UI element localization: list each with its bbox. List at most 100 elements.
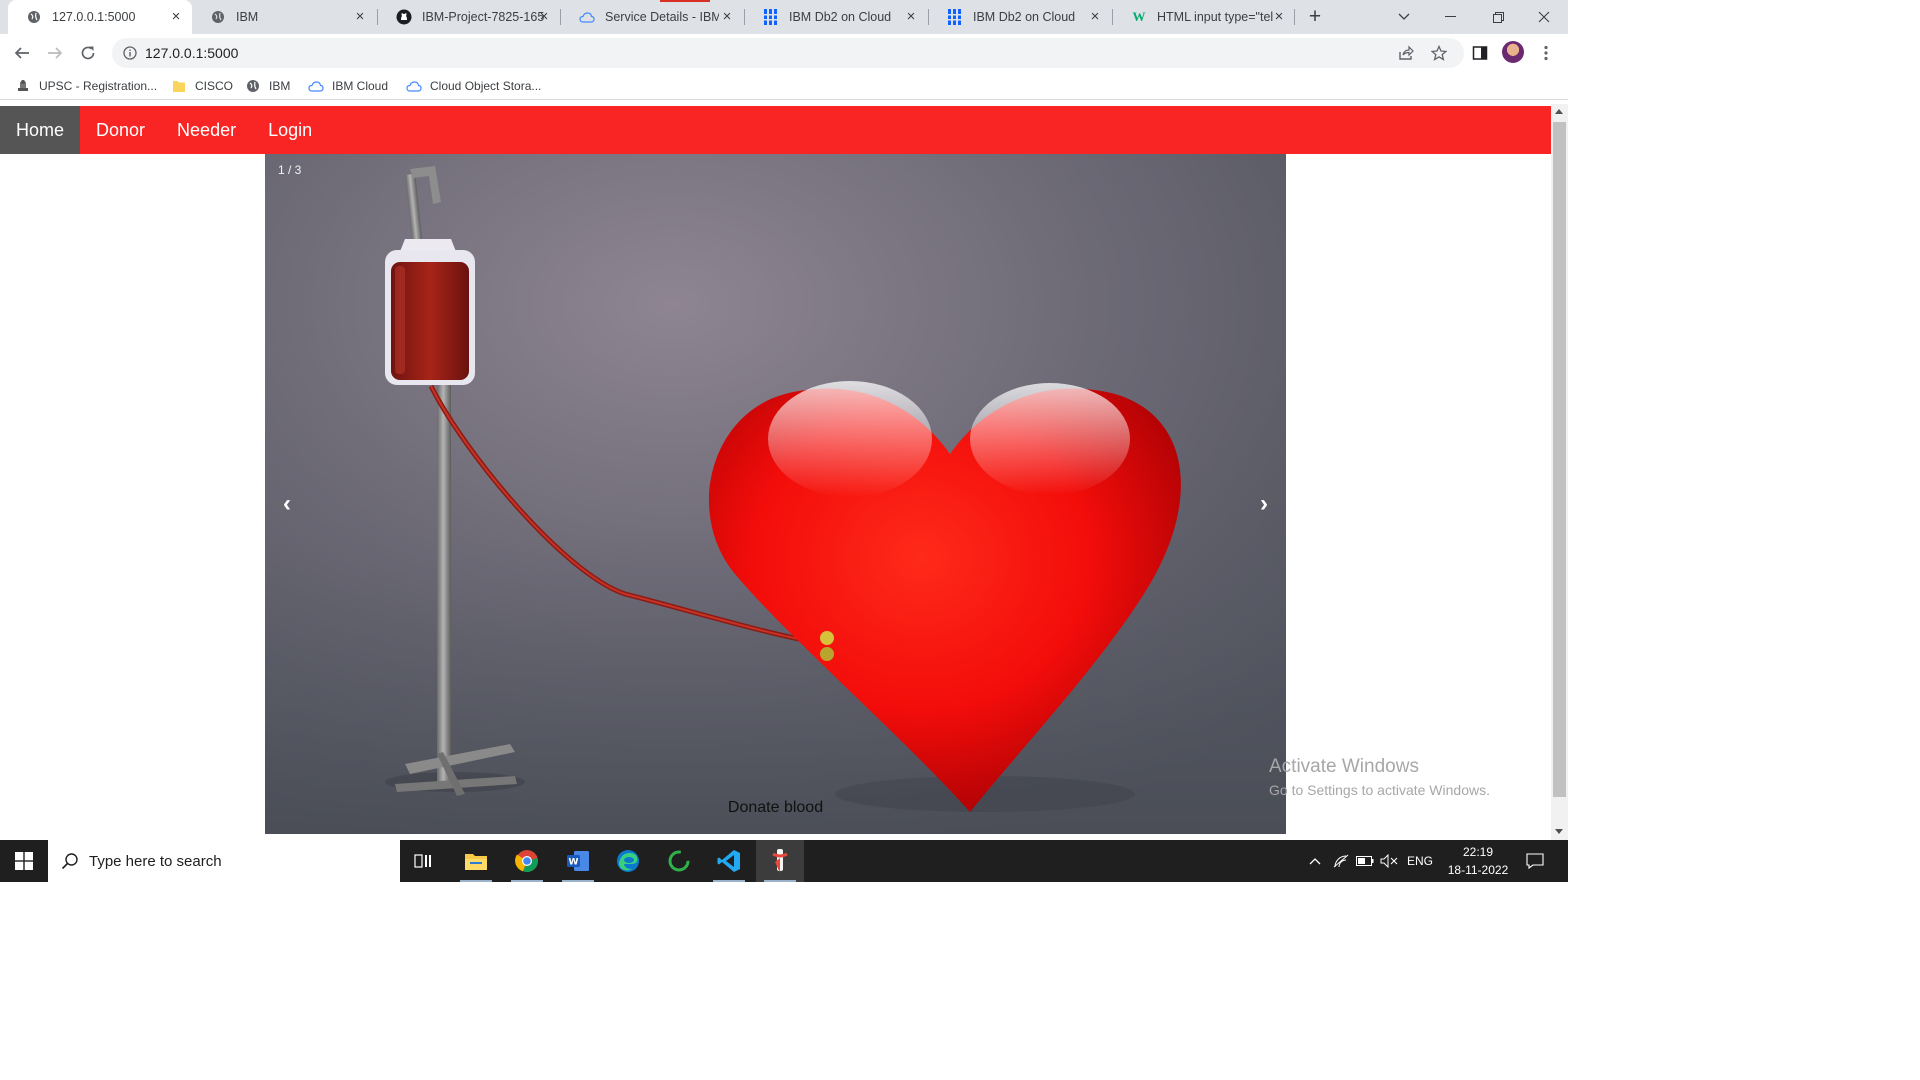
bookmark-ibm-cloud[interactable]: IBM Cloud: [308, 78, 388, 94]
bookmark-label: Cloud Object Stora...: [430, 79, 542, 93]
python-idle-icon[interactable]: [756, 840, 804, 882]
github-icon: [396, 9, 412, 25]
language-indicator[interactable]: ENG: [1404, 840, 1436, 882]
db2-icon: [947, 9, 963, 25]
restore-icon[interactable]: [1474, 0, 1522, 34]
emblem-icon: [15, 78, 31, 94]
bookmarks-bar: UPSC - Registration... CISCO IBM IBM Clo…: [0, 72, 1568, 100]
refresh-app-icon[interactable]: [655, 840, 703, 882]
watermark-title: Activate Windows: [1269, 756, 1419, 777]
tab-search-chevron-icon[interactable]: [1380, 0, 1428, 34]
windows-start-icon[interactable]: [0, 840, 48, 882]
tab-loading-indicator: [660, 0, 710, 2]
tab-github[interactable]: IBM-Project-7825-165 ×: [378, 0, 560, 34]
window-close-icon[interactable]: [1520, 0, 1568, 34]
battery-icon[interactable]: [1354, 840, 1376, 882]
tab-close-icon[interactable]: ×: [719, 9, 735, 25]
tab-title: Service Details - IBM C: [605, 10, 719, 24]
tab-ibm[interactable]: IBM ×: [192, 0, 376, 34]
word-icon[interactable]: W: [554, 840, 602, 882]
nav-donor-link[interactable]: Donor: [80, 106, 161, 154]
bookmark-cloud-object-storage[interactable]: Cloud Object Stora...: [406, 78, 541, 94]
tab-service-details[interactable]: Service Details - IBM C ×: [561, 0, 743, 34]
tab-strip: 127.0.0.1:5000 × IBM × IBM-Project-7825-…: [0, 0, 1568, 34]
tab-title: IBM-Project-7825-165: [422, 10, 545, 24]
globe-icon: [245, 78, 261, 94]
task-view-icon[interactable]: [400, 840, 448, 882]
tab-close-icon[interactable]: ×: [352, 9, 368, 25]
scroll-up-icon[interactable]: [1555, 109, 1563, 114]
activate-windows-watermark: Activate Windows Go to Settings to activ…: [1269, 756, 1490, 798]
bookmark-label: CISCO: [195, 79, 234, 93]
file-explorer-icon[interactable]: [452, 840, 500, 882]
back-arrow-icon[interactable]: [10, 41, 34, 65]
clock-time: 22:19: [1462, 845, 1494, 859]
bookmark-upsc[interactable]: UPSC - Registration...: [15, 78, 157, 94]
cloud-icon: [406, 78, 422, 94]
notification-icon[interactable]: [1520, 840, 1550, 882]
vscode-icon[interactable]: [705, 840, 753, 882]
bookmark-label: IBM Cloud: [332, 79, 389, 93]
taskbar-search-box[interactable]: Type here to search: [48, 840, 400, 882]
watermark-subtitle: Go to Settings to activate Windows.: [1269, 782, 1490, 798]
slide-caption: Donate blood: [727, 799, 824, 816]
side-panel-icon[interactable]: [1468, 41, 1492, 65]
windows-taskbar: Type here to search W ENG 22:19 18-11-20…: [0, 840, 1568, 882]
w3schools-icon: W: [1132, 9, 1146, 24]
tab-separator: [1294, 9, 1295, 25]
minimize-icon[interactable]: [1426, 0, 1474, 34]
nav-home-link[interactable]: Home: [0, 106, 81, 154]
profile-avatar[interactable]: [1502, 41, 1524, 63]
tab-db2-2[interactable]: IBM Db2 on Cloud ×: [929, 0, 1111, 34]
tab-close-icon[interactable]: ×: [168, 9, 184, 25]
svg-text:W: W: [569, 858, 579, 868]
nav-needer-link[interactable]: Needer: [161, 106, 252, 154]
cloud-icon: [579, 9, 595, 25]
bookmark-star-icon[interactable]: [1427, 41, 1451, 65]
page-scrollbar[interactable]: [1551, 104, 1568, 840]
site-info-icon[interactable]: [122, 45, 138, 61]
cloud-icon: [308, 78, 324, 94]
slideshow-container: 1 / 3 ‹ › Donate blood: [265, 154, 1286, 834]
search-icon: [60, 851, 80, 871]
taskbar-clock[interactable]: 22:19 18-11-2022: [1440, 843, 1516, 879]
scrollbar-thumb[interactable]: [1553, 122, 1566, 797]
reload-icon[interactable]: [76, 41, 100, 65]
search-placeholder: Type here to search: [89, 852, 222, 870]
share-icon[interactable]: [1394, 41, 1418, 65]
chrome-icon[interactable]: [503, 840, 551, 882]
clock-date: 18-11-2022: [1447, 863, 1509, 877]
db2-icon: [763, 9, 779, 25]
page-viewport: Home Donor Needer Login 1 / 3 ‹ › Donate…: [0, 104, 1551, 840]
tab-close-icon[interactable]: ×: [1087, 9, 1103, 25]
bookmark-label: IBM: [269, 79, 291, 93]
url-text[interactable]: 127.0.0.1:5000: [145, 45, 238, 61]
tab-localhost[interactable]: 127.0.0.1:5000 ×: [8, 0, 192, 34]
tab-w3schools[interactable]: W HTML input type="tel ×: [1113, 0, 1295, 34]
address-bar[interactable]: 127.0.0.1:5000: [112, 38, 1464, 68]
tab-close-icon[interactable]: ×: [1271, 9, 1287, 25]
tray-overflow-chevron-icon[interactable]: [1304, 840, 1326, 882]
tab-close-icon[interactable]: ×: [536, 9, 552, 25]
next-slide-button[interactable]: ›: [1244, 484, 1284, 524]
edge-icon[interactable]: [604, 840, 652, 882]
globe-icon: [210, 9, 226, 25]
forward-arrow-icon[interactable]: [43, 41, 67, 65]
blood-donation-heart-image: [265, 154, 1286, 834]
folder-icon: [171, 78, 187, 94]
tab-db2-1[interactable]: IBM Db2 on Cloud ×: [745, 0, 927, 34]
volume-muted-icon[interactable]: [1378, 840, 1400, 882]
more-menu-icon[interactable]: [1534, 41, 1558, 65]
network-icon[interactable]: [1330, 840, 1352, 882]
scroll-down-icon[interactable]: [1555, 829, 1563, 834]
browser-toolbar: 127.0.0.1:5000: [0, 34, 1568, 72]
prev-slide-button[interactable]: ‹: [267, 484, 307, 524]
bookmark-ibm[interactable]: IBM: [245, 78, 290, 94]
globe-icon: [26, 9, 42, 25]
slide-counter: 1 / 3: [278, 163, 302, 177]
bookmark-cisco[interactable]: CISCO: [171, 78, 233, 94]
top-navigation: Home Donor Needer Login: [0, 106, 1551, 154]
nav-login-link[interactable]: Login: [252, 106, 328, 154]
new-tab-button[interactable]: +: [1304, 6, 1326, 28]
tab-close-icon[interactable]: ×: [903, 9, 919, 25]
